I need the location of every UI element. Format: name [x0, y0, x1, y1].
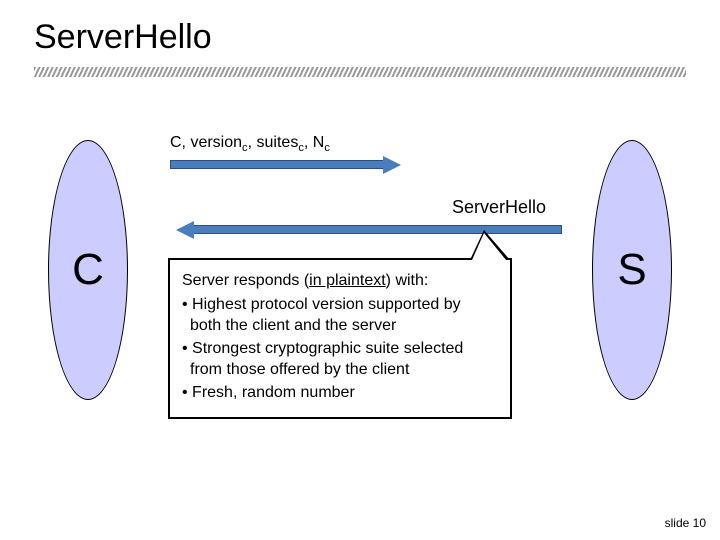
divider: [34, 67, 686, 77]
bullet-suite: Strongest cryptographic suite selected f…: [182, 338, 498, 381]
callout-bullets: Highest protocol version supported by bo…: [182, 294, 498, 404]
page-title: ServerHello: [34, 18, 686, 57]
server-party: S: [592, 140, 672, 400]
server-label: S: [617, 245, 646, 295]
bullet-random: Fresh, random number: [182, 382, 498, 404]
client-party: C: [48, 140, 128, 400]
callout-lead: Server responds (in plaintext) with:: [182, 270, 498, 292]
protocol-diagram: C S C, versionc, suitesc, Nc ServerHello…: [0, 120, 720, 480]
callout-pointer-fill-icon: [472, 233, 506, 260]
slide-number: slide 10: [665, 516, 706, 530]
client-hello-params: C, versionc, suitesc, Nc: [170, 134, 330, 154]
server-hello-label: ServerHello: [452, 197, 546, 218]
client-label: C: [72, 245, 104, 295]
arrowhead-left-icon: [176, 221, 194, 239]
bullet-version: Highest protocol version supported by bo…: [182, 294, 498, 337]
client-to-server-arrow-icon: [170, 160, 385, 169]
slide: ServerHello C S C, versionc, suitesc, Nc…: [0, 0, 720, 540]
server-hello-callout: Server responds (in plaintext) with: Hig…: [168, 258, 512, 419]
arrowhead-right-icon: [383, 156, 401, 174]
